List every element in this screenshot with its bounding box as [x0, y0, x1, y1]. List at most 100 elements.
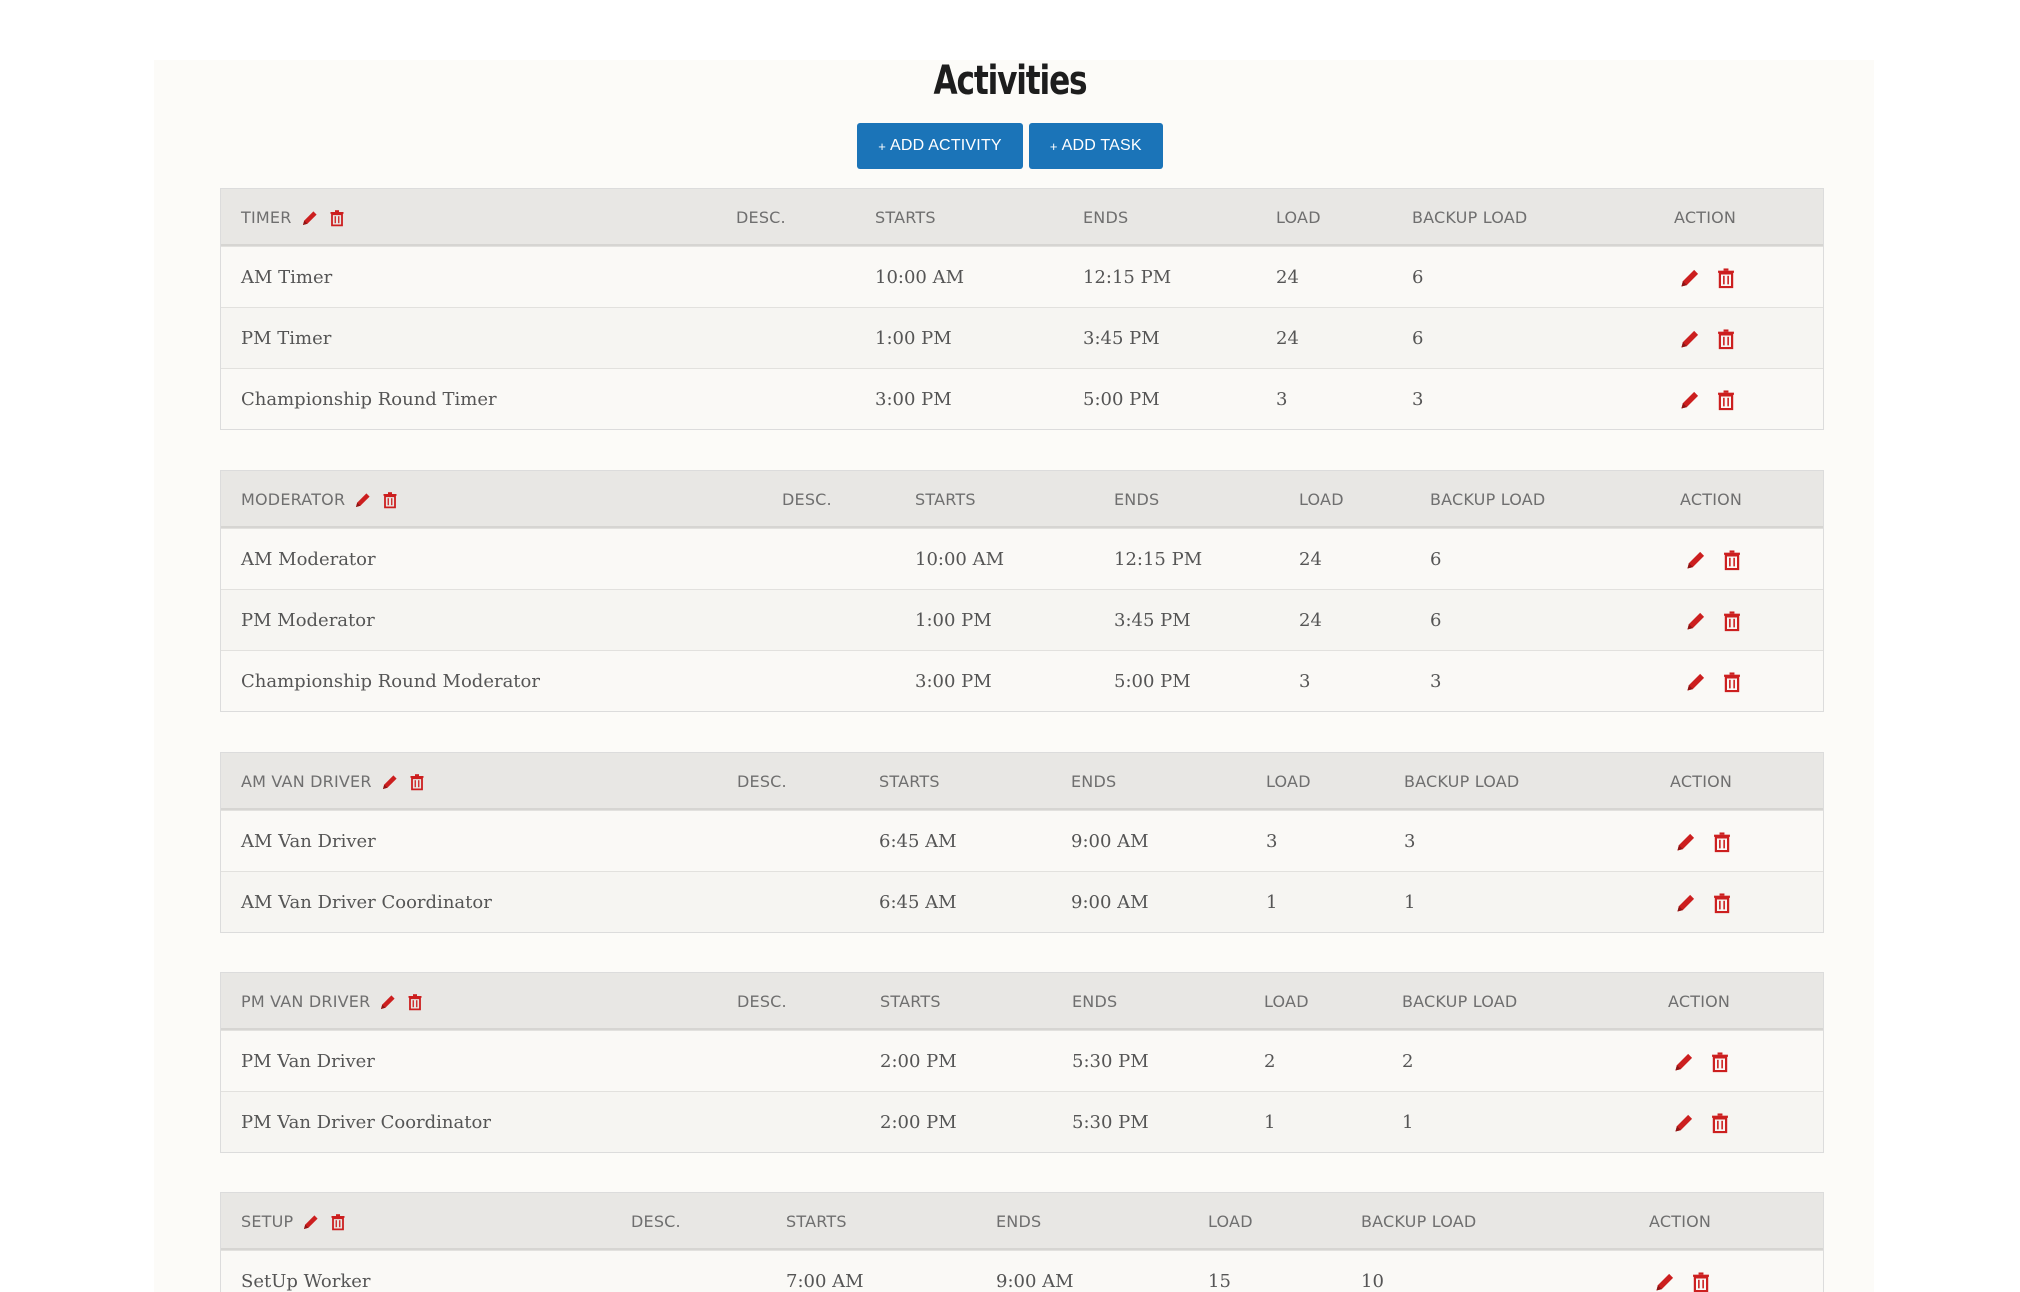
table-row: PM Van Driver 2:00 PM 5:30 PM 2 2: [221, 1030, 1823, 1091]
trash-icon[interactable]: [1690, 1271, 1712, 1292]
backup-load-value: 1: [1404, 892, 1416, 913]
trash-icon[interactable]: [408, 773, 426, 791]
pencil-icon[interactable]: [379, 993, 397, 1011]
col-action: ACTION: [1668, 992, 1731, 1011]
end-time: 5:00 PM: [1083, 389, 1160, 410]
activity-name: PM Timer: [241, 328, 332, 349]
pencil-icon[interactable]: [1654, 1271, 1676, 1292]
table-row: SetUp Worker 7:00 AM 9:00 AM 15 10: [221, 1250, 1823, 1292]
end-time: 9:00 AM: [1071, 892, 1149, 913]
add-task-button[interactable]: + ADD TASK: [1028, 123, 1163, 169]
pencil-icon[interactable]: [301, 209, 319, 227]
table-row: PM Van Driver Coordinator 2:00 PM 5:30 P…: [221, 1091, 1823, 1152]
pencil-icon[interactable]: [1679, 267, 1701, 289]
start-time: 6:45 AM: [879, 831, 957, 852]
trash-icon[interactable]: [1709, 1051, 1731, 1073]
trash-icon[interactable]: [1715, 267, 1737, 289]
load-value: 24: [1299, 549, 1322, 570]
backup-load-value: 3: [1430, 671, 1442, 692]
trash-icon[interactable]: [406, 993, 424, 1011]
table-row: PM Moderator 1:00 PM 3:45 PM 24 6: [221, 589, 1823, 650]
pencil-icon[interactable]: [1675, 831, 1697, 853]
activity-name: Championship Round Timer: [241, 389, 497, 410]
start-time: 2:00 PM: [880, 1112, 957, 1133]
pencil-icon[interactable]: [302, 1213, 320, 1231]
end-time: 9:00 AM: [1071, 831, 1149, 852]
trash-icon[interactable]: [1711, 892, 1733, 914]
pencil-icon[interactable]: [1685, 671, 1707, 693]
end-time: 12:15 PM: [1083, 267, 1172, 288]
start-time: 6:45 AM: [879, 892, 957, 913]
trash-icon[interactable]: [1715, 389, 1737, 411]
end-time: 3:45 PM: [1083, 328, 1160, 349]
add-activity-label: ADD ACTIVITY: [890, 137, 1002, 154]
col-load: LOAD: [1264, 992, 1309, 1011]
col-backup-load: BACKUP LOAD: [1412, 208, 1528, 227]
activity-name: Championship Round Moderator: [241, 671, 540, 692]
col-load: LOAD: [1208, 1212, 1253, 1231]
col-starts: STARTS: [915, 490, 976, 509]
col-ends: ENDS: [996, 1212, 1042, 1231]
pencil-icon[interactable]: [1685, 610, 1707, 632]
backup-load-value: 1: [1402, 1112, 1414, 1133]
group-name: PM VAN DRIVER: [241, 992, 371, 1011]
trash-icon[interactable]: [1721, 549, 1743, 571]
col-starts: STARTS: [875, 208, 936, 227]
add-activity-button[interactable]: + ADD ACTIVITY: [857, 123, 1023, 169]
activity-group-timer: TIMER DESC. STARTS ENDS LOAD BACKUP LOAD…: [220, 188, 1824, 430]
start-time: 1:00 PM: [915, 610, 992, 631]
table-row: AM Moderator 10:00 AM 12:15 PM 24 6: [221, 528, 1823, 589]
group-name: MODERATOR: [241, 490, 346, 509]
col-starts: STARTS: [879, 772, 940, 791]
pencil-icon[interactable]: [1675, 892, 1697, 914]
end-time: 12:15 PM: [1114, 549, 1203, 570]
col-load: LOAD: [1266, 772, 1311, 791]
pencil-icon[interactable]: [1673, 1112, 1695, 1134]
backup-load-value: 3: [1404, 831, 1416, 852]
trash-icon[interactable]: [1709, 1112, 1731, 1134]
trash-icon[interactable]: [328, 209, 346, 227]
trash-icon[interactable]: [1715, 328, 1737, 350]
col-desc: DESC.: [631, 1212, 681, 1231]
trash-icon[interactable]: [381, 491, 399, 509]
pencil-icon[interactable]: [381, 773, 399, 791]
group-header: TIMER DESC. STARTS ENDS LOAD BACKUP LOAD…: [221, 189, 1823, 246]
pencil-icon[interactable]: [1679, 328, 1701, 350]
activity-group-moderator: MODERATOR DESC. STARTS ENDS LOAD BACKUP …: [220, 470, 1824, 712]
trash-icon[interactable]: [1721, 610, 1743, 632]
load-value: 24: [1276, 328, 1299, 349]
col-backup-load: BACKUP LOAD: [1402, 992, 1518, 1011]
pencil-icon[interactable]: [1685, 549, 1707, 571]
end-time: 3:45 PM: [1114, 610, 1191, 631]
start-time: 3:00 PM: [875, 389, 952, 410]
start-time: 10:00 AM: [915, 549, 1005, 570]
table-row: AM Van Driver 6:45 AM 9:00 AM 3 3: [221, 810, 1823, 871]
backup-load-value: 6: [1430, 610, 1442, 631]
col-ends: ENDS: [1083, 208, 1129, 227]
load-value: 1: [1266, 892, 1278, 913]
trash-icon[interactable]: [329, 1213, 347, 1231]
col-desc: DESC.: [737, 992, 787, 1011]
action-buttons: + ADD ACTIVITY + ADD TASK: [0, 123, 2020, 169]
activity-name: PM Van Driver: [241, 1051, 375, 1072]
table-row: AM Timer 10:00 AM 12:15 PM 24 6: [221, 246, 1823, 307]
load-value: 3: [1276, 389, 1288, 410]
col-backup-load: BACKUP LOAD: [1361, 1212, 1477, 1231]
page-title: Activities: [933, 58, 1088, 104]
add-task-label: ADD TASK: [1061, 137, 1142, 154]
backup-load-value: 2: [1402, 1051, 1414, 1072]
pencil-icon[interactable]: [1673, 1051, 1695, 1073]
backup-load-value: 3: [1412, 389, 1424, 410]
activity-group-am-van-driver: AM VAN DRIVER DESC. STARTS ENDS LOAD BAC…: [220, 752, 1824, 933]
trash-icon[interactable]: [1711, 831, 1733, 853]
col-desc: DESC.: [736, 208, 786, 227]
col-starts: STARTS: [880, 992, 941, 1011]
pencil-icon[interactable]: [1679, 389, 1701, 411]
col-load: LOAD: [1276, 208, 1321, 227]
load-value: 3: [1266, 831, 1278, 852]
activity-name: AM Van Driver: [241, 831, 376, 852]
pencil-icon[interactable]: [354, 491, 372, 509]
trash-icon[interactable]: [1721, 671, 1743, 693]
activity-name: PM Van Driver Coordinator: [241, 1112, 491, 1133]
col-desc: DESC.: [737, 772, 787, 791]
